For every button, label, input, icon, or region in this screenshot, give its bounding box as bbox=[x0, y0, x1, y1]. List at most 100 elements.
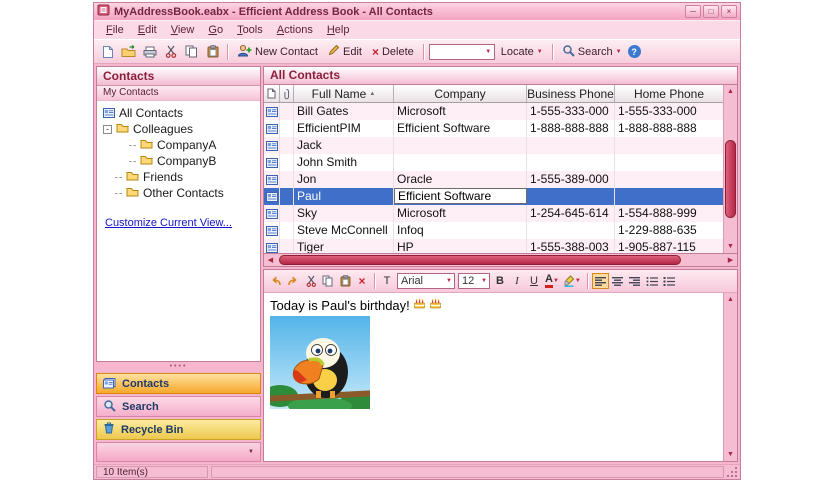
scrollbar-track[interactable] bbox=[277, 254, 724, 266]
attachment-cell bbox=[280, 171, 294, 188]
note-content[interactable]: Today is Paul's birthday! bbox=[264, 293, 723, 461]
column-header-company[interactable]: Company bbox=[394, 85, 527, 102]
new-file-button[interactable] bbox=[98, 42, 117, 61]
scroll-right-icon[interactable]: ▶ bbox=[724, 254, 737, 267]
cut-icon[interactable] bbox=[303, 273, 319, 289]
contact-card-icon bbox=[264, 120, 280, 137]
customize-view-link[interactable]: Customize Current View... bbox=[105, 217, 232, 229]
highlight-button[interactable]: ▼ bbox=[562, 273, 583, 289]
maximize-button[interactable]: □ bbox=[703, 5, 719, 18]
quick-search-input[interactable] bbox=[429, 44, 483, 59]
scrollbar-track[interactable] bbox=[724, 98, 737, 240]
align-left-button[interactable] bbox=[591, 273, 609, 289]
contacts-panel: Contacts My Contacts All Contacts - Coll… bbox=[96, 66, 261, 362]
content-area: Contacts My Contacts All Contacts - Coll… bbox=[94, 64, 740, 464]
table-row[interactable]: Steve McConnell Infoq 1-229-888-635 bbox=[264, 222, 723, 239]
nav-contacts-button[interactable]: Contacts bbox=[96, 373, 261, 394]
locate-button[interactable]: Locate ▼ bbox=[497, 44, 547, 60]
birthday-cake-icon bbox=[413, 297, 426, 313]
redo-icon[interactable] bbox=[285, 273, 302, 289]
scroll-down-icon[interactable]: ▼ bbox=[724, 448, 738, 461]
tree-item-colleagues[interactable]: - Colleagues bbox=[99, 121, 258, 137]
help-icon[interactable]: ? bbox=[627, 45, 641, 58]
copy-icon[interactable] bbox=[320, 273, 336, 289]
collapse-box-icon[interactable]: - bbox=[103, 124, 112, 134]
table-row[interactable]: Jack bbox=[264, 137, 723, 154]
align-center-button[interactable] bbox=[610, 273, 626, 289]
table-row[interactable]: EfficientPIM Efficient Software 1-888-888-… bbox=[264, 120, 723, 137]
copy-button[interactable] bbox=[182, 42, 201, 61]
scrollbar-thumb[interactable] bbox=[725, 140, 736, 218]
scrollbar-thumb[interactable] bbox=[279, 255, 682, 265]
quick-search-dropdown-icon[interactable]: ▼ bbox=[483, 45, 494, 59]
nav-search-button[interactable]: Search bbox=[96, 396, 261, 417]
column-header-type[interactable] bbox=[264, 85, 280, 102]
font-icon[interactable]: T bbox=[379, 273, 395, 289]
menu-view[interactable]: View bbox=[164, 22, 202, 38]
delete-icon[interactable]: × bbox=[354, 273, 370, 289]
close-button[interactable]: × bbox=[721, 5, 737, 18]
tree-item-company-b[interactable]: CompanyB bbox=[99, 153, 258, 169]
italic-button[interactable]: I bbox=[509, 273, 525, 289]
statusbar: 10 Item(s) bbox=[94, 464, 740, 479]
table-row[interactable]: Tiger HP 1-555-388-003 1-905-887-115 bbox=[264, 239, 723, 253]
bullet-list-button[interactable] bbox=[644, 273, 660, 289]
print-button[interactable] bbox=[140, 42, 159, 61]
search-button[interactable]: Search ▼ bbox=[558, 42, 626, 62]
nav-recycle-bin-button[interactable]: Recycle Bin bbox=[96, 419, 261, 440]
column-header-attachment[interactable] bbox=[280, 85, 294, 102]
underline-button[interactable]: U bbox=[526, 273, 542, 289]
menu-help[interactable]: Help bbox=[320, 22, 357, 38]
paste-button[interactable] bbox=[203, 42, 222, 61]
attachment-cell bbox=[280, 154, 294, 171]
table-row[interactable]: Sky Microsoft 1-254-645-614 1-554-888-999 bbox=[264, 205, 723, 222]
delete-contact-button[interactable]: × Delete bbox=[368, 44, 418, 60]
font-size-select[interactable]: 12 ▼ bbox=[458, 273, 490, 289]
scroll-left-icon[interactable]: ◀ bbox=[264, 254, 277, 267]
font-family-select[interactable]: Arial ▼ bbox=[397, 273, 455, 289]
column-header-business-phone[interactable]: Business Phone bbox=[527, 85, 615, 102]
new-contact-button[interactable]: New Contact bbox=[233, 42, 322, 62]
nav-options-bar[interactable]: ▼ bbox=[96, 442, 261, 462]
numbered-list-button[interactable] bbox=[661, 273, 677, 289]
tree-item-friends[interactable]: Friends bbox=[99, 169, 258, 185]
font-color-button[interactable]: A ▼ bbox=[543, 273, 561, 289]
home-phone-cell bbox=[615, 171, 723, 188]
align-right-button[interactable] bbox=[627, 273, 643, 289]
minimize-button[interactable]: ─ bbox=[685, 5, 701, 18]
paste-icon[interactable] bbox=[337, 273, 353, 289]
menu-actions[interactable]: Actions bbox=[270, 22, 320, 38]
attachment-cell bbox=[280, 120, 294, 137]
table-row[interactable]: Bill Gates Microsoft 1-555-333-000 1-555-33… bbox=[264, 103, 723, 120]
edit-contact-button[interactable]: Edit bbox=[324, 42, 366, 61]
scrollbar-track[interactable] bbox=[724, 306, 737, 448]
scroll-up-icon[interactable]: ▲ bbox=[724, 293, 738, 306]
menu-edit[interactable]: Edit bbox=[131, 22, 164, 38]
open-file-button[interactable] bbox=[119, 42, 138, 61]
menu-tools[interactable]: Tools bbox=[230, 22, 270, 38]
contact-card-icon bbox=[103, 108, 115, 118]
column-label: Company bbox=[434, 86, 486, 101]
menu-file[interactable]: File bbox=[99, 22, 131, 38]
resize-grip[interactable] bbox=[727, 467, 738, 478]
table-vertical-scrollbar[interactable]: ▲ ▼ bbox=[723, 85, 737, 253]
tree-item-all-contacts[interactable]: All Contacts bbox=[99, 105, 258, 121]
cut-button[interactable] bbox=[161, 42, 180, 61]
table-row[interactable]: Jon Oracle 1-555-389-000 bbox=[264, 171, 723, 188]
tree-item-other-contacts[interactable]: Other Contacts bbox=[99, 185, 258, 201]
table-row[interactable]: John Smith bbox=[264, 154, 723, 171]
company-cell: Efficient Software bbox=[394, 120, 527, 137]
home-phone-cell: 1-555-333-000 bbox=[618, 104, 697, 118]
tree-item-company-a[interactable]: CompanyA bbox=[99, 137, 258, 153]
sidebar-splitter[interactable]: •••• bbox=[96, 362, 261, 371]
column-header-home-phone[interactable]: Home Phone bbox=[615, 85, 723, 102]
menu-go[interactable]: Go bbox=[201, 22, 230, 38]
bold-button[interactable]: B bbox=[492, 273, 508, 289]
editor-vertical-scrollbar[interactable]: ▲ ▼ bbox=[723, 293, 737, 461]
table-horizontal-scrollbar[interactable]: ◀ ▶ bbox=[263, 254, 738, 267]
scroll-down-icon[interactable]: ▼ bbox=[724, 240, 738, 253]
table-row[interactable]: Paul Efficient Software bbox=[264, 188, 723, 205]
undo-icon[interactable] bbox=[267, 273, 284, 289]
column-header-full-name[interactable]: Full Name ▲ bbox=[294, 85, 394, 102]
scroll-up-icon[interactable]: ▲ bbox=[724, 85, 738, 98]
